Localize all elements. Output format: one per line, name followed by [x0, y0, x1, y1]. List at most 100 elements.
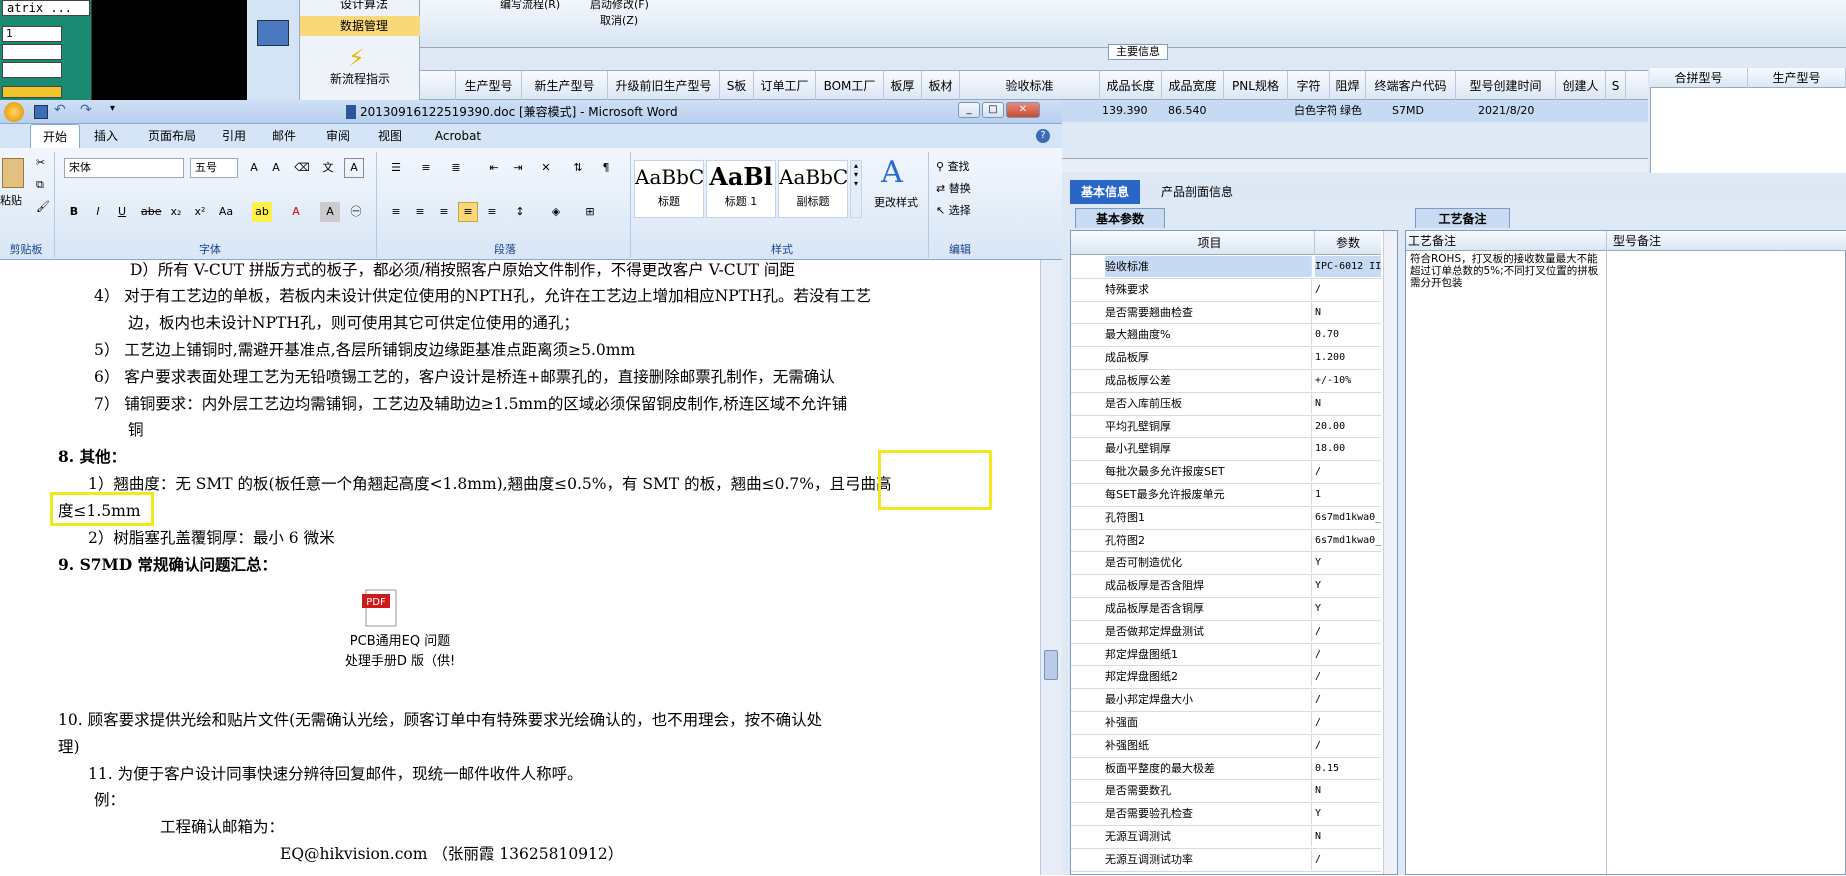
table-row[interactable]: 补强面 /	[1071, 711, 1381, 735]
subtab-process-notes[interactable]: 工艺备注	[1415, 208, 1510, 228]
grid-col[interactable]: 订单工厂	[754, 71, 816, 101]
style-subtitle[interactable]: AaBbC 副标题	[778, 160, 848, 218]
table-row[interactable]: 是否需要数孔 N	[1071, 780, 1381, 804]
params-col-value[interactable]: 参数	[1315, 231, 1381, 255]
param-value[interactable]: /	[1315, 666, 1381, 687]
tab-references[interactable]: 引用	[214, 124, 254, 148]
grid-col[interactable]: 升级前旧生产型号	[608, 71, 720, 101]
tab-mailings[interactable]: 邮件	[264, 124, 304, 148]
scrollbar-thumb[interactable]	[1044, 650, 1058, 680]
font-name-combo[interactable]: 宋体	[64, 158, 184, 178]
param-value[interactable]: /	[1315, 689, 1381, 710]
underline-icon[interactable]: U	[112, 202, 132, 222]
matrix-field[interactable]: 1	[2, 26, 62, 42]
replace-button[interactable]: ⇄ 替换	[936, 180, 971, 196]
char-shading-icon[interactable]: A	[320, 202, 340, 222]
param-value[interactable]: N	[1315, 826, 1381, 847]
param-value[interactable]: 0.15	[1315, 758, 1381, 779]
grid-col[interactable]: 型号创建时间	[1456, 71, 1556, 101]
notes-col-model[interactable]: 型号备注	[1606, 231, 1806, 251]
param-value[interactable]: 20.00	[1315, 416, 1381, 437]
paste-label[interactable]: 粘贴	[0, 192, 30, 208]
subscript-icon[interactable]: x₂	[166, 202, 186, 222]
param-value[interactable]: /	[1315, 621, 1381, 642]
grid-col[interactable]: 终端客户代码	[1366, 71, 1456, 101]
borders-icon[interactable]: ⊞	[580, 202, 600, 222]
table-row[interactable]: 孔符图26s7md1kwa0_2rd_map.pdf	[1071, 529, 1381, 553]
format-painter-icon[interactable]: 🖌	[36, 200, 50, 213]
subtab-basic-params[interactable]: 基本参数	[1075, 208, 1165, 228]
matrix-field-3[interactable]	[2, 62, 62, 78]
tab-profile-info[interactable]: 产品剖面信息	[1142, 180, 1252, 204]
increase-indent-icon[interactable]: ⇥	[508, 158, 528, 178]
param-value[interactable]: /	[1315, 849, 1381, 870]
merge-col[interactable]: 合拼型号	[1650, 68, 1748, 88]
table-row[interactable]: 成品板厚 1.200	[1071, 347, 1381, 370]
param-value[interactable]: IPC-6012 II级	[1315, 256, 1381, 277]
table-row[interactable]: 平均孔壁铜厚 20.00	[1071, 415, 1381, 439]
grid-col[interactable]: PNL规格	[1224, 71, 1288, 101]
toolbar-edit-flow[interactable]: 编写流程(R)	[500, 0, 560, 12]
param-value[interactable]: 1	[1315, 484, 1381, 505]
notes-col-process[interactable]: 工艺备注	[1408, 231, 1608, 251]
table-row[interactable]: 最小孔壁铜厚 18.00	[1071, 438, 1381, 462]
highlight-icon[interactable]: ab	[252, 202, 272, 222]
tab-page-layout[interactable]: 页面布局	[140, 124, 204, 148]
document-page[interactable]: D）所有 V-CUT 拼版方式的板子，都必须/稍按照客户原始文件制作，不得更改客…	[0, 260, 1040, 875]
sort-icon[interactable]: ⇅	[568, 158, 588, 178]
asian-layout-icon[interactable]: ✕	[536, 158, 556, 178]
shrink-font-icon[interactable]: A	[266, 158, 286, 178]
grow-font-icon[interactable]: A	[244, 158, 264, 178]
char-border-icon[interactable]: A	[344, 158, 364, 178]
style-heading-1[interactable]: AaBl 标题 1	[706, 160, 776, 218]
param-value[interactable]: Y	[1315, 598, 1381, 619]
help-icon[interactable]: ?	[1036, 129, 1050, 143]
distributed-icon[interactable]: ≡	[482, 202, 502, 222]
pdf-icon[interactable]: PDF	[360, 588, 402, 628]
close-button[interactable]: ✕	[1006, 102, 1040, 118]
grid-col[interactable]: 阻焊	[1330, 71, 1366, 101]
param-value[interactable]: 18.00	[1315, 438, 1381, 459]
quick-access-dropdown-icon[interactable]: ▾	[110, 103, 115, 114]
grid-col[interactable]: 创建人	[1556, 71, 1606, 101]
matrix-title[interactable]: atrix ...	[2, 0, 90, 16]
multilevel-list-icon[interactable]: ≣	[446, 158, 466, 178]
justify-icon[interactable]: ≡	[458, 202, 478, 222]
toolbar-start-modify[interactable]: 启动修改(F)	[590, 0, 649, 12]
redo-icon[interactable]: ↷	[80, 102, 92, 118]
grid-col[interactable]: 成品宽度	[1162, 71, 1224, 101]
param-value[interactable]: Y	[1315, 575, 1381, 596]
grid-col[interactable]: 生产型号	[456, 71, 522, 101]
param-value[interactable]: N	[1315, 393, 1381, 414]
numbering-icon[interactable]: ≡	[416, 158, 436, 178]
style-title[interactable]: AaBbC 标题	[634, 160, 704, 218]
nav-item-data-management[interactable]: 数据管理	[300, 16, 420, 36]
params-col-item[interactable]: 项目	[1105, 231, 1315, 255]
change-styles-label[interactable]: 更改样式	[866, 194, 926, 210]
show-marks-icon[interactable]: ¶	[596, 158, 616, 178]
phonetic-icon[interactable]: 文	[318, 158, 338, 178]
params-scrollbar[interactable]	[1383, 231, 1397, 874]
param-value[interactable]: /	[1315, 735, 1381, 756]
param-value[interactable]: /	[1315, 644, 1381, 665]
table-row[interactable]: 孔符图16s7md1kwa0_drl_map.pdf	[1071, 506, 1381, 530]
enclose-char-icon[interactable]: ㊀	[346, 202, 366, 222]
table-row[interactable]: 特殊要求 /	[1071, 278, 1381, 302]
table-row[interactable]: 补强图纸 /	[1071, 734, 1381, 758]
merge-col[interactable]: 生产型号	[1748, 68, 1846, 88]
table-row[interactable]: 最大翘曲度% 0.70	[1071, 324, 1381, 348]
align-right-icon[interactable]: ≡	[434, 202, 454, 222]
matrix-field-2[interactable]	[2, 44, 62, 60]
select-button[interactable]: ↖ 选择	[936, 202, 971, 218]
grid-col[interactable]: 字符	[1288, 71, 1330, 101]
param-value[interactable]: /	[1315, 279, 1381, 300]
maximize-button[interactable]: □	[982, 102, 1004, 118]
line-spacing-icon[interactable]: ↕	[510, 202, 530, 222]
param-value[interactable]: Y	[1315, 552, 1381, 573]
table-row[interactable]: 是否需要翘曲检查 N	[1071, 301, 1381, 325]
param-value[interactable]: 6s7md1kwa0_drl_map.pdf	[1315, 507, 1381, 528]
minimize-button[interactable]: _	[958, 102, 980, 118]
param-value[interactable]: 6s7md1kwa0_2rd_map.pdf	[1315, 530, 1381, 551]
table-row[interactable]: 每批次最多允许报废SET /	[1071, 461, 1381, 484]
tab-acrobat[interactable]: Acrobat	[428, 124, 488, 148]
